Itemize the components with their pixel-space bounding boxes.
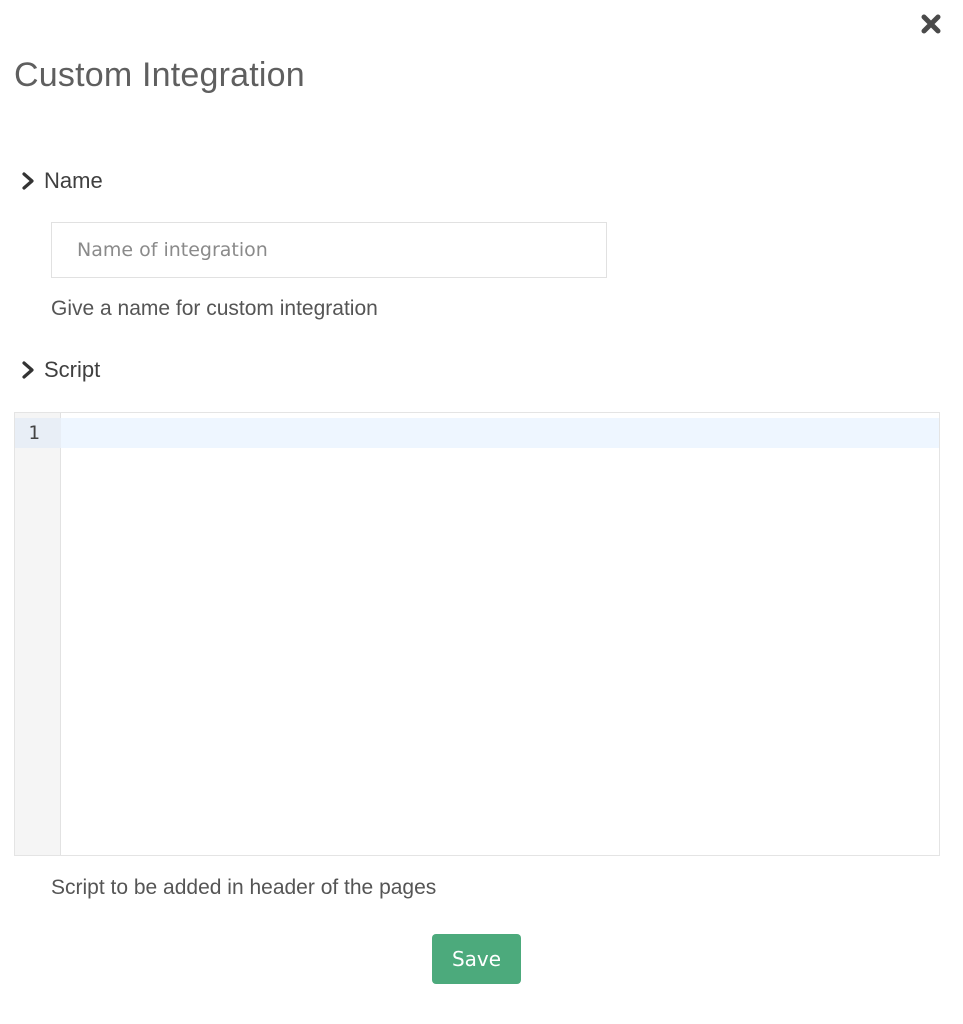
script-section-header[interactable]: Script — [20, 357, 100, 383]
line-number: 1 — [28, 422, 40, 444]
chevron-right-icon — [22, 361, 34, 379]
editor-active-line[interactable] — [61, 418, 939, 448]
custom-integration-dialog: Custom Integration Name Give a name for … — [0, 0, 963, 1024]
chevron-right-icon — [22, 172, 34, 190]
integration-name-input[interactable] — [51, 222, 607, 278]
name-section-label: Name — [44, 168, 103, 193]
close-button[interactable] — [917, 10, 945, 38]
script-help-text: Script to be added in header of the page… — [51, 876, 437, 899]
editor-gutter — [15, 413, 61, 855]
save-button[interactable]: Save — [432, 934, 521, 984]
dialog-title: Custom Integration — [14, 56, 305, 94]
script-code-editor[interactable]: 1 — [14, 412, 940, 856]
name-section-header[interactable]: Name — [20, 168, 103, 194]
close-icon — [921, 14, 941, 34]
name-help-text: Give a name for custom integration — [51, 297, 378, 320]
script-section-label: Script — [44, 357, 101, 382]
